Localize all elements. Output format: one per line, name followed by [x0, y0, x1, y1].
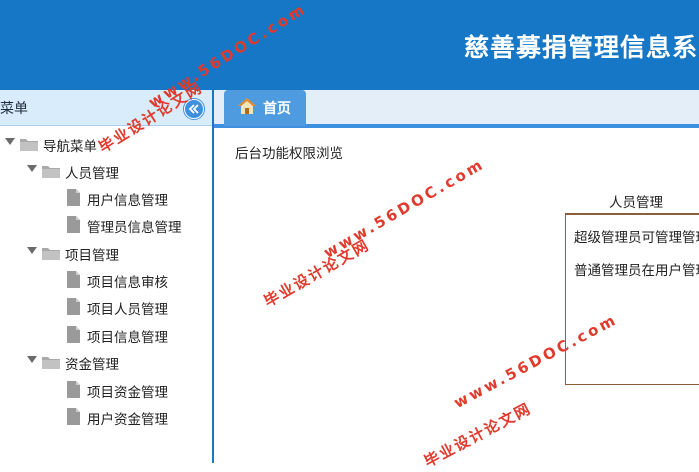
tree-root-label: 导航菜单 [43, 139, 97, 155]
folder-icon [20, 139, 38, 151]
tree-item-label: 项目资金管理 [87, 385, 168, 401]
tree-item-label: 项目人员管理 [87, 302, 168, 318]
app-title: 慈善募捐管理信息系 [464, 33, 699, 62]
panel-line: 普通管理员在用户管理 [574, 263, 699, 279]
tree-group-funds[interactable]: 资金管理 [0, 352, 200, 374]
sidebar-title: 菜单 [0, 101, 28, 117]
collapse-sidebar-button[interactable] [184, 99, 204, 119]
tree-group-label: 资金管理 [65, 357, 119, 373]
home-icon [238, 98, 256, 114]
tree-item-label: 项目信息审核 [87, 275, 168, 291]
tree-item-user-info[interactable]: 用户信息管理 [0, 188, 200, 210]
tree-item-label: 管理员信息管理 [87, 220, 182, 236]
tree-item-label: 用户信息管理 [87, 193, 168, 209]
tree-item-admin-info[interactable]: 管理员信息管理 [0, 215, 200, 237]
file-icon [67, 271, 80, 288]
panel-line: 超级管理员可管理管理 [574, 230, 699, 246]
double-chevron-left-icon [188, 104, 199, 114]
expand-arrow-icon[interactable] [27, 247, 37, 254]
tree-item-project-info[interactable]: 项目信息管理 [0, 325, 200, 347]
folder-icon [42, 357, 60, 369]
tree-root[interactable]: 导航菜单 [0, 134, 200, 156]
tree-group-label: 人员管理 [65, 166, 119, 182]
tree-item-label: 用户资金管理 [87, 412, 168, 428]
folder-icon [42, 166, 60, 178]
tree-item-project-funds[interactable]: 项目资金管理 [0, 380, 200, 402]
tree-item-project-staff[interactable]: 项目人员管理 [0, 297, 200, 319]
file-icon [67, 298, 80, 315]
tab-home[interactable]: 首页 [224, 90, 306, 126]
tab-label: 首页 [263, 101, 291, 117]
expand-arrow-icon[interactable] [5, 138, 15, 145]
file-icon [67, 326, 80, 343]
panel-title: 人员管理 [609, 195, 663, 211]
tree-group-personnel[interactable]: 人员管理 [0, 161, 200, 183]
tree-item-project-review[interactable]: 项目信息审核 [0, 270, 200, 292]
file-icon [67, 408, 80, 425]
expand-arrow-icon[interactable] [27, 165, 37, 172]
folder-icon [42, 248, 60, 260]
file-icon [67, 189, 80, 206]
sidebar-header: 菜单 [0, 90, 212, 126]
tree-item-label: 项目信息管理 [87, 330, 168, 346]
app-header: 慈善募捐管理信息系 [0, 0, 699, 90]
tree-group-label: 项目管理 [65, 248, 119, 264]
file-icon [67, 381, 80, 398]
tree-group-project[interactable]: 项目管理 [0, 243, 200, 265]
tree-item-user-funds[interactable]: 用户资金管理 [0, 407, 200, 429]
page-heading: 后台功能权限浏览 [235, 146, 343, 162]
file-icon [67, 216, 80, 233]
expand-arrow-icon[interactable] [27, 356, 37, 363]
